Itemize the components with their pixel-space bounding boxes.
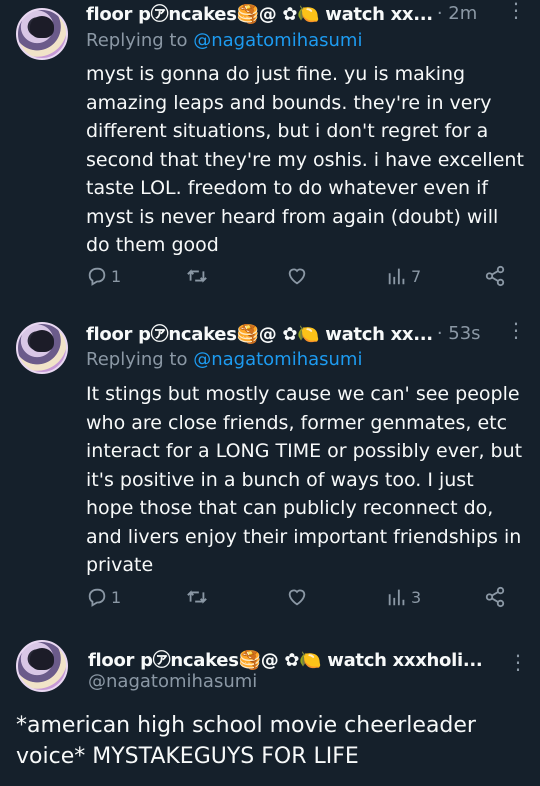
replying-prefix: Replying to: [86, 349, 194, 370]
like-button[interactable]: [286, 265, 311, 287]
retweet-icon: [187, 269, 207, 283]
reply-button[interactable]: 1: [86, 265, 121, 287]
replying-handle-link[interactable]: @nagatomihasumi: [193, 349, 362, 370]
reply-icon: [88, 588, 106, 607]
views-icon: [388, 589, 405, 606]
main-tweet[interactable]: floor p㋐ncakes🥞@ ✿🍋 watch xxxholi... ⋮ @…: [0, 638, 540, 786]
reply-button[interactable]: 1: [86, 586, 121, 608]
reply-count: 1: [111, 587, 122, 607]
avatar[interactable]: [16, 640, 68, 692]
heart-icon: [288, 268, 306, 285]
replying-prefix: Replying to: [86, 30, 194, 51]
action-bar: 1 7: [86, 265, 526, 289]
share-icon: [485, 586, 505, 608]
views-button[interactable]: 3: [386, 586, 421, 608]
tweet-text: myst is gonna do just fine. yu is making…: [86, 63, 524, 256]
display-name[interactable]: floor p㋐ncakes🥞@ ✿🍋 watch xxxholi...: [88, 646, 483, 672]
replying-to: Replying to @nagatomihasumi: [86, 30, 362, 51]
more-dots-icon[interactable]: ⋮: [506, 0, 526, 20]
reply-count: 1: [111, 266, 122, 286]
action-bar: 1 3: [86, 586, 526, 610]
more-dots-icon[interactable]: ⋮: [506, 320, 526, 340]
timestamp[interactable]: · 2m: [437, 3, 477, 24]
views-button[interactable]: 7: [386, 265, 421, 287]
display-name[interactable]: floor p㋐ncakes🥞@ ✿🍋 watch xx...: [86, 320, 433, 346]
share-button[interactable]: [484, 586, 506, 608]
replying-to: Replying to @nagatomihasumi: [86, 349, 362, 370]
retweet-icon: [187, 590, 207, 604]
avatar[interactable]: [16, 8, 68, 60]
heart-icon: [288, 589, 306, 606]
reply-tweet-1[interactable]: floor p㋐ncakes🥞@ ✿🍋 watch xx... · 2m ⋮ R…: [0, 0, 540, 310]
retweet-button[interactable]: [186, 265, 211, 287]
reply-icon: [88, 267, 106, 286]
replying-handle-link[interactable]: @nagatomihasumi: [193, 30, 362, 51]
display-name[interactable]: floor p㋐ncakes🥞@ ✿🍋 watch xx...: [86, 0, 433, 26]
like-button[interactable]: [286, 586, 311, 608]
view-count: 7: [411, 266, 422, 286]
reply-tweet-2[interactable]: floor p㋐ncakes🥞@ ✿🍋 watch xx... · 53s ⋮ …: [0, 320, 540, 620]
timestamp[interactable]: · 53s: [437, 323, 481, 344]
share-icon: [485, 265, 505, 287]
view-count: 3: [411, 587, 422, 607]
avatar[interactable]: [16, 322, 68, 374]
views-icon: [388, 268, 405, 285]
tweet-text: *american high school movie cheerleader …: [16, 713, 476, 769]
tweet-text: It stings but mostly cause we can' see p…: [86, 383, 523, 576]
retweet-button[interactable]: [186, 586, 211, 608]
more-dots-icon[interactable]: ⋮: [508, 652, 528, 672]
share-button[interactable]: [484, 265, 506, 287]
user-handle[interactable]: @nagatomihasumi: [88, 671, 257, 692]
